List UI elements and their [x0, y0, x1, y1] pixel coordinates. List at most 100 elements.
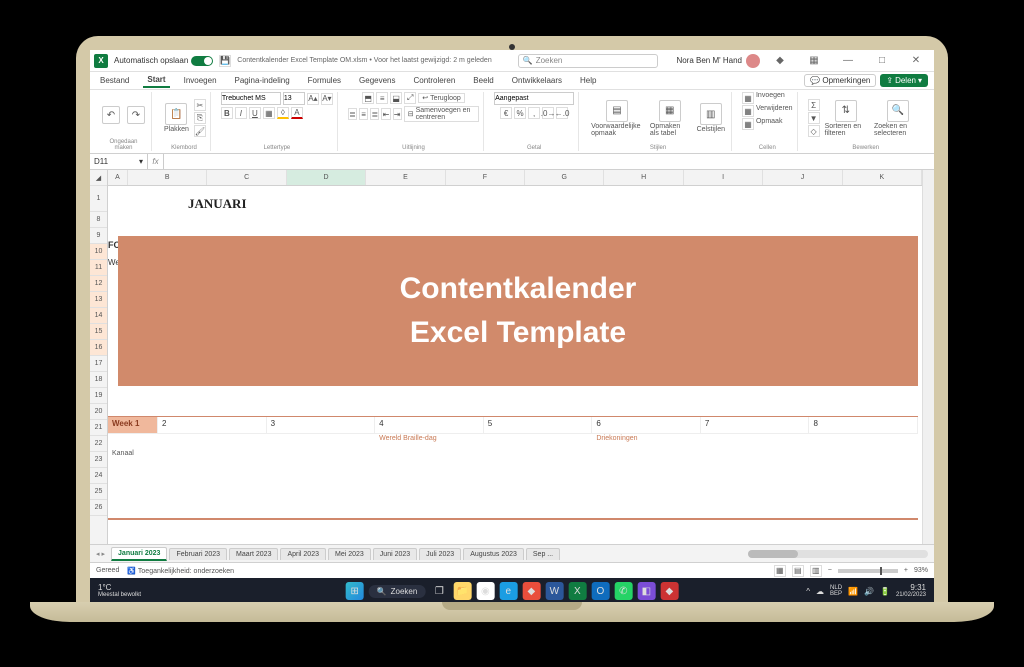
col-header[interactable]: D [287, 170, 366, 185]
onedrive-icon[interactable]: ☁ [816, 587, 824, 596]
bold-button[interactable]: B [221, 107, 233, 119]
indent-left-button[interactable]: ⇤ [381, 108, 390, 120]
battery-icon[interactable]: 🔋 [880, 587, 890, 596]
font-size-input[interactable] [283, 92, 305, 105]
sheet-nav-next[interactable]: ▸ [102, 550, 106, 558]
row-header[interactable]: 18 [90, 372, 107, 388]
currency-button[interactable]: € [500, 107, 512, 119]
wifi-icon[interactable]: 📶 [848, 587, 858, 596]
borders-button[interactable]: ▦ [263, 107, 275, 119]
autosum-button[interactable]: Σ [808, 99, 820, 111]
tab-ontwikkelaars[interactable]: Ontwikkelaars [508, 74, 566, 87]
view-layout-button[interactable]: ▤ [792, 565, 804, 577]
cells[interactable]: JANUARI FO We Contentkalender Excel Temp… [108, 186, 922, 544]
increase-font-button[interactable]: A▴ [307, 93, 319, 105]
explorer-icon[interactable]: 📁 [453, 582, 471, 600]
row-header[interactable]: 20 [90, 404, 107, 420]
tray-chevron-icon[interactable]: ^ [806, 587, 810, 596]
orientation-button[interactable]: ⤢ [404, 92, 416, 104]
user-account[interactable]: Nora Ben M' Hand [676, 54, 760, 68]
row-header[interactable]: 12 [90, 276, 107, 292]
align-top-button[interactable]: ⬒ [362, 92, 374, 104]
app-icon[interactable]: ◆ [522, 582, 540, 600]
excel-taskbar-icon[interactable]: X [568, 582, 586, 600]
weather-widget[interactable]: 1°C Meestal bewolkt [98, 584, 141, 598]
row-header[interactable]: 1 [90, 186, 107, 212]
edge-icon[interactable]: e [499, 582, 517, 600]
vertical-scrollbar[interactable] [922, 170, 934, 544]
app-icon[interactable]: ◧ [637, 582, 655, 600]
col-header[interactable]: K [843, 170, 922, 185]
zoom-level[interactable]: 93% [914, 567, 928, 574]
col-header[interactable]: E [366, 170, 445, 185]
row-header[interactable]: 21 [90, 420, 107, 436]
clear-button[interactable]: ◇ [808, 125, 820, 137]
comments-button[interactable]: 💬 Opmerkingen [804, 74, 876, 87]
col-header[interactable]: B [128, 170, 207, 185]
autosave-toggle[interactable]: Automatisch opslaan [114, 56, 213, 66]
share-button[interactable]: ⇪ Delen ▾ [880, 74, 928, 87]
start-button[interactable]: ⊞ [346, 582, 364, 600]
align-bottom-button[interactable]: ⬓ [390, 92, 402, 104]
tab-beeld[interactable]: Beeld [469, 74, 497, 87]
sort-filter-button[interactable]: ⇅Sorteren en filteren [823, 98, 869, 139]
tab-help[interactable]: Help [576, 74, 600, 87]
view-break-button[interactable]: ▥ [810, 565, 822, 577]
format-as-table-button[interactable]: ▦Opmaken als tabel [648, 98, 692, 139]
taskbar-search[interactable]: 🔍Zoeken [369, 585, 426, 598]
app-icon[interactable]: ◆ [660, 582, 678, 600]
decrease-decimal-button[interactable]: ←.0 [556, 107, 568, 119]
tab-start[interactable]: Start [143, 73, 169, 88]
zoom-out-button[interactable]: − [828, 567, 832, 574]
row-header[interactable]: 9 [90, 228, 107, 244]
col-header[interactable]: J [763, 170, 842, 185]
row-header[interactable]: 16 [90, 340, 107, 356]
paste-button[interactable]: 📋Plakken [162, 101, 191, 135]
find-select-button[interactable]: 🔍Zoeken en selecteren [872, 98, 924, 139]
format-painter-button[interactable]: 🖌 [194, 125, 206, 137]
col-header[interactable]: A [108, 170, 128, 185]
wrap-text-button[interactable]: ↩Terugloop [418, 93, 465, 103]
tab-controleren[interactable]: Controleren [409, 74, 459, 87]
teams-icon[interactable]: ◆ [766, 51, 794, 71]
comma-button[interactable]: , [528, 107, 540, 119]
sheet-tab[interactable]: Juni 2023 [373, 548, 417, 560]
row-header[interactable]: 19 [90, 388, 107, 404]
sheet-tab[interactable]: Augustus 2023 [463, 548, 524, 560]
increase-decimal-button[interactable]: .0→ [542, 107, 554, 119]
sheet-tab[interactable]: Juli 2023 [419, 548, 461, 560]
row-header[interactable]: 14 [90, 308, 107, 324]
row-header[interactable]: 11 [90, 260, 107, 276]
view-normal-button[interactable]: ▦ [774, 565, 786, 577]
font-name-input[interactable] [221, 92, 281, 105]
sheet-tab[interactable]: Sep ... [526, 548, 560, 560]
sheet-tab[interactable]: Februari 2023 [169, 548, 227, 560]
language-indicator[interactable]: NLD BEP [830, 585, 842, 597]
row-header[interactable]: 8 [90, 212, 107, 228]
fx-icon[interactable]: fx [148, 154, 164, 169]
cell-styles-button[interactable]: ▥Celstijlen [695, 101, 727, 135]
undo-button[interactable]: ↶ [100, 104, 122, 126]
zoom-in-button[interactable]: + [904, 567, 908, 574]
delete-button[interactable]: ▦Verwijderen [742, 105, 793, 117]
indent-right-button[interactable]: ⇥ [393, 108, 402, 120]
italic-button[interactable]: I [235, 107, 247, 119]
decrease-font-button[interactable]: A▾ [321, 93, 333, 105]
search-box[interactable]: 🔍 Zoeken [518, 54, 658, 68]
maximize-button[interactable]: □ [868, 51, 896, 71]
align-center-button[interactable]: ≡ [359, 108, 368, 120]
row-header[interactable]: 15 [90, 324, 107, 340]
tab-formules[interactable]: Formules [304, 74, 345, 87]
whatsapp-icon[interactable]: ✆ [614, 582, 632, 600]
underline-button[interactable]: U [249, 107, 261, 119]
sheet-tab[interactable]: April 2023 [280, 548, 326, 560]
align-middle-button[interactable]: ≡ [376, 92, 388, 104]
accessibility-status[interactable]: ♿ Toegankelijkheid: onderzoeken [127, 567, 234, 575]
zoom-slider[interactable] [838, 569, 898, 573]
formula-input[interactable] [164, 154, 934, 169]
conditional-format-button[interactable]: ▤Voorwaardelijke opmaak [589, 98, 645, 139]
close-button[interactable]: ✕ [902, 51, 930, 71]
col-header[interactable]: H [604, 170, 683, 185]
name-box[interactable]: D11▾ [90, 154, 148, 169]
tab-pagina-indeling[interactable]: Pagina-indeling [231, 74, 294, 87]
